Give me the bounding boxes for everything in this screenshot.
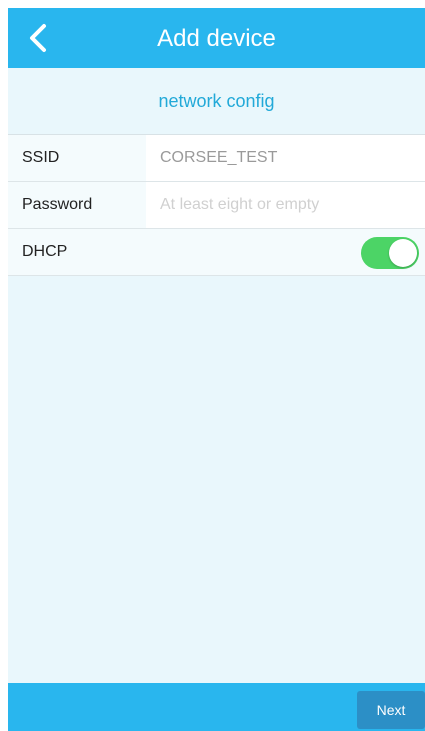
password-input[interactable]	[146, 182, 425, 228]
network-config-form: SSID Password DHCP	[8, 134, 425, 276]
section-title: network config	[158, 91, 275, 111]
header-bar: Add device	[8, 8, 425, 68]
password-label: Password	[22, 196, 93, 213]
dhcp-row: DHCP	[8, 229, 425, 276]
app-container: Add device network config SSID Password …	[8, 8, 425, 731]
footer-bar: Next	[8, 683, 425, 731]
ssid-input[interactable]	[146, 135, 425, 181]
ssid-row: SSID	[8, 135, 425, 182]
back-button[interactable]	[20, 20, 56, 56]
dhcp-label: DHCP	[22, 243, 68, 260]
ssid-label: SSID	[22, 149, 60, 166]
chevron-left-icon	[30, 24, 46, 52]
page-title: Add device	[157, 25, 276, 52]
screen: Add device network config SSID Password …	[0, 0, 425, 731]
next-button[interactable]: Next	[357, 691, 425, 729]
dhcp-toggle[interactable]	[361, 237, 419, 269]
toggle-knob	[389, 239, 417, 267]
password-row: Password	[8, 182, 425, 229]
